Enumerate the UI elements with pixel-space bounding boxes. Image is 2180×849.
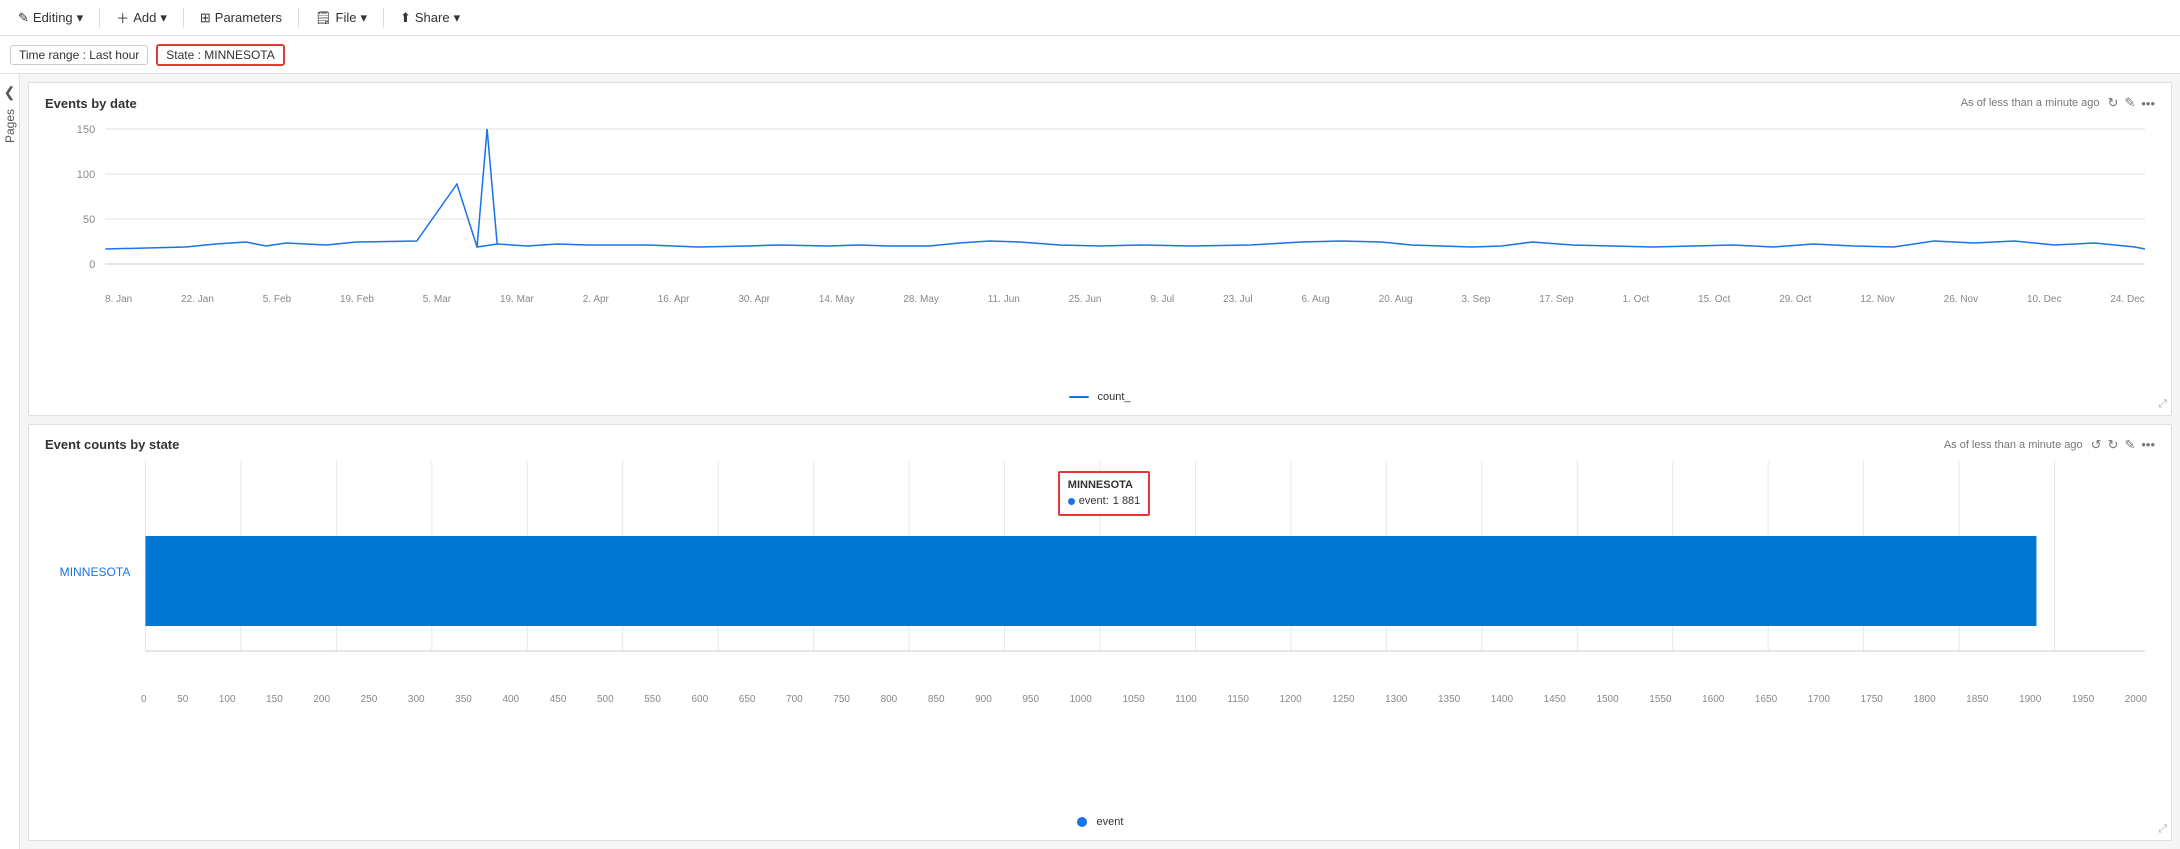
divider2 (183, 8, 184, 28)
chart1-header: Events by date As of less than a minute … (45, 95, 2155, 111)
chart1-actions: ↻ ✎ ••• (2108, 95, 2155, 111)
file-menu[interactable]: 🗒 File ▾ (307, 6, 375, 30)
event-counts-panel: Event counts by state As of less than a … (28, 424, 2172, 841)
chart1-edit-icon[interactable]: ✎ (2124, 95, 2135, 111)
chart2-reset-icon[interactable]: ↺ (2091, 437, 2102, 453)
divider3 (298, 8, 299, 28)
chevron-down-icon: ▾ (77, 10, 84, 26)
legend-dot-event (1077, 817, 1087, 827)
divider1 (99, 8, 100, 28)
tooltip-event-value: 1 881 (1113, 493, 1141, 510)
add-menu[interactable]: ＋ Add ▾ (108, 4, 175, 31)
tooltip-dot (1068, 498, 1075, 505)
tooltip-box: MINNESOTA event: 1 881 (1058, 471, 1151, 516)
chart2-title: Event counts by state (45, 437, 179, 452)
chart1-refresh-icon[interactable]: ↻ (2108, 95, 2119, 111)
svg-text:100: 100 (77, 169, 95, 181)
chart2-meta-text: As of less than a minute ago (1944, 439, 2083, 451)
pages-label: Pages (3, 109, 17, 143)
parameters-menu[interactable]: ⊞ Parameters (192, 6, 290, 30)
legend-dot-count (1069, 396, 1089, 398)
parameters-label: Parameters (215, 10, 282, 25)
chart1-title: Events by date (45, 96, 137, 111)
chart2-expand-icon[interactable]: ⤢ (2158, 823, 2167, 836)
svg-text:0: 0 (89, 259, 95, 271)
pencil-icon: ✎ (18, 10, 29, 26)
svg-text:MINNESOTA: MINNESOTA (60, 565, 131, 579)
bar-minnesota[interactable] (145, 536, 2036, 626)
share-icon: ⬆ (400, 10, 411, 26)
share-menu[interactable]: ⬆ Share ▾ (392, 6, 468, 30)
chart2-legend: event (45, 816, 2155, 828)
chart2-x-labels: 0 50 100 150 200 250 300 350 400 450 500… (141, 694, 2147, 705)
svg-text:150: 150 (77, 124, 95, 136)
editing-label: Editing (33, 10, 73, 25)
tooltip-event-label: event: (1079, 493, 1109, 510)
chevron-down-icon2: ▾ (160, 10, 167, 26)
chart2-more-icon[interactable]: ••• (2141, 437, 2155, 452)
editing-menu[interactable]: ✎ Editing ▾ (10, 6, 91, 30)
state-label: State : MINNESOTA (166, 48, 274, 62)
events-by-date-panel: Events by date As of less than a minute … (28, 82, 2172, 416)
time-range-filter[interactable]: Time range : Last hour (10, 45, 148, 65)
line-chart-svg: 150 100 50 0 (45, 119, 2155, 289)
legend-count-label: count_ (1097, 391, 1130, 403)
chart2-edit-icon[interactable]: ✎ (2124, 437, 2135, 453)
main-area: ❮ Pages Events by date As of less than a… (0, 74, 2180, 849)
chart1-expand-icon[interactable]: ⤢ (2158, 398, 2167, 411)
legend-event-label: event (1097, 816, 1124, 828)
svg-text:50: 50 (83, 214, 95, 226)
add-label: Add (133, 10, 156, 25)
parameters-icon: ⊞ (200, 10, 211, 26)
pages-sidebar: ❮ Pages (0, 74, 20, 849)
chart2-actions: ↺ ↻ ✎ ••• (2091, 437, 2155, 453)
chart1-legend: count_ (45, 391, 2155, 403)
filter-bar: Time range : Last hour State : MINNESOTA (0, 36, 2180, 74)
toolbar: ✎ Editing ▾ ＋ Add ▾ ⊞ Parameters 🗒 File … (0, 0, 2180, 36)
chart1-more-icon[interactable]: ••• (2141, 96, 2155, 111)
tooltip-title: MINNESOTA (1068, 477, 1141, 494)
share-label: Share (415, 10, 450, 25)
line-chart-container: 150 100 50 0 8. Jan 22. Jan (45, 119, 2155, 387)
dashboard-area: Events by date As of less than a minute … (20, 74, 2180, 849)
state-filter[interactable]: State : MINNESOTA (156, 44, 284, 66)
chevron-down-icon3: ▾ (360, 10, 367, 26)
chart2-header: Event counts by state As of less than a … (45, 437, 2155, 453)
divider4 (383, 8, 384, 28)
chart2-meta: As of less than a minute ago ↺ ↻ ✎ ••• (1944, 437, 2155, 453)
tooltip-row: event: 1 881 (1068, 493, 1141, 510)
chevron-down-icon4: ▾ (454, 10, 461, 26)
file-icon: 🗒 (315, 10, 332, 26)
chart1-meta-text: As of less than a minute ago (1961, 97, 2100, 109)
chart1-meta: As of less than a minute ago ↻ ✎ ••• (1961, 95, 2155, 111)
collapse-button[interactable]: ❮ (4, 84, 16, 101)
file-label: File (336, 10, 357, 25)
time-range-label: Time range : Last hour (19, 48, 139, 62)
add-icon: ＋ (116, 8, 129, 27)
chart1-x-labels: 8. Jan 22. Jan 5. Feb 19. Feb 5. Mar 19.… (105, 294, 2145, 305)
bar-chart-container: MINNESOTA event: 1 881 (45, 461, 2155, 812)
chart2-refresh-icon[interactable]: ↻ (2108, 437, 2119, 453)
